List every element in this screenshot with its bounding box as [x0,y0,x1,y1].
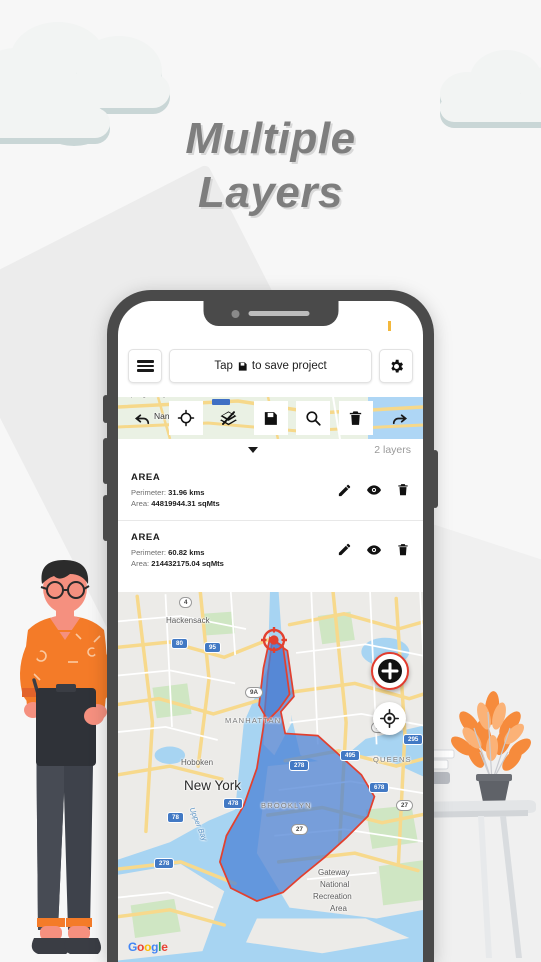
toolbar-delete-button[interactable] [338,401,373,435]
map-label: Hoboken [181,758,214,767]
map-label-primary: New York [184,778,242,793]
area-value: 44819944.31 sqMts [151,499,220,509]
trash-icon[interactable] [396,543,410,557]
add-point-fab[interactable] [371,652,409,690]
front-camera-icon [231,309,240,318]
crosshair-target-icon [177,409,194,427]
map-toolbar: Spring Valley Nanuet [118,397,423,439]
route-shield: 478 [223,798,244,809]
layer-actions [337,472,410,498]
map-label: BROOKLYN [261,801,312,810]
map-label: QUEENS [373,755,412,764]
route-shield: 4 [179,597,193,608]
route-shield: 295 [403,734,423,745]
map-view[interactable]: Hackensack MANHATTAN Hoboken QUEENS New … [118,592,423,962]
trash-icon[interactable] [396,483,410,497]
route-shield: 27 [396,800,413,811]
layers-panel-header: 2 layers [118,439,423,461]
layers-list: AREA Perimeter: 31.96 kms Area: 44819944… [118,461,423,580]
google-attribution: Google [128,940,168,954]
edit-pencil-icon[interactable] [337,542,352,557]
headline-line-2: Layers [198,167,343,217]
area-label: Area: [131,559,150,569]
page-title: Multiple Layers [0,112,541,219]
map-peek-label: Spring Valley [126,397,167,398]
toolbar-redo-button[interactable] [381,401,415,435]
phone-notch [203,301,338,326]
layers-count-label: 2 layers [374,444,411,456]
trash-icon [349,410,362,425]
app-top-bar: Tap to save project [118,349,423,383]
route-shield: 80 [171,638,188,649]
hamburger-menu-icon [136,358,154,374]
toolbar-save-button[interactable] [253,401,288,435]
route-shield: 78 [167,812,184,823]
layer-actions [337,532,410,558]
toolbar-search-button[interactable] [296,401,330,435]
status-bar-indicator [388,321,391,331]
save-floppy-icon [264,411,277,425]
map-label: National [320,880,350,889]
save-hint-prefix: Tap [214,360,233,372]
magnifier-icon [306,411,321,426]
phone-volume-down-button [103,495,109,541]
layer-list-item[interactable]: AREA Perimeter: 60.82 kms Area: 21443217… [118,519,423,580]
layer-title: AREA [131,472,161,483]
phone-silent-switch [103,395,109,423]
gear-icon [390,359,403,373]
perimeter-value: 60.82 kms [168,547,205,557]
edit-pencil-icon[interactable] [337,483,352,498]
phone-screen: Tap to save project 2 layers AREA Perime… [118,301,423,962]
route-shield: 495 [340,750,361,761]
route-shield: 9A [245,687,263,698]
perimeter-label: Perimeter: [131,547,167,557]
save-hint-suffix: to save project [251,360,327,372]
toolbar-layers-off-button[interactable] [211,401,245,435]
plus-icon [378,659,402,683]
layer-metrics: Perimeter: 60.82 kms Area: 214432175.04 … [131,547,337,570]
route-shield: 278 [289,760,310,771]
area-label: Area: [131,499,150,509]
map-label: Area [330,904,347,913]
my-location-icon [380,709,399,728]
phone-power-button [432,450,438,508]
target-location-marker[interactable] [260,626,288,654]
area-value: 214432175.04 sqMts [151,559,224,569]
perimeter-value: 31.96 kms [168,488,205,497]
settings-button[interactable] [379,349,413,383]
map-label: Hackensack [166,616,210,625]
layer-info: AREA Perimeter: 60.82 kms Area: 21443217… [131,532,337,570]
layers-slashed-icon [219,410,237,425]
route-shield: 27 [291,824,308,835]
save-project-hint-bar[interactable]: Tap to save project [169,349,372,383]
headline-line-1: Multiple [185,114,356,163]
phone-volume-up-button [103,438,109,484]
visibility-eye-icon[interactable] [366,482,382,498]
map-label: MANHATTAN [225,716,282,725]
earpiece-speaker [248,311,310,316]
phone-mockup: Tap to save project 2 layers AREA Perime… [103,290,438,962]
map-label: Recreation [313,892,352,901]
toolbar-marker-button[interactable] [168,401,203,435]
route-shield: 278 [154,858,175,869]
desk-with-plant [408,690,541,962]
my-location-fab[interactable] [373,702,406,735]
caret-down-icon[interactable] [248,447,259,453]
layer-info: AREA Perimeter: 31.96 kms Area: 44819944… [131,472,337,510]
layer-title: AREA [131,531,161,543]
save-floppy-icon [238,361,247,371]
undo-arrow-icon [134,413,149,424]
route-shield: 95 [204,642,221,653]
layer-list-item[interactable]: AREA Perimeter: 31.96 kms Area: 44819944… [118,461,423,520]
route-shield: 678 [369,782,390,793]
map-label: Gateway [318,868,350,877]
layer-metrics: Perimeter: 31.96 kms Area: 44819944.31 s… [131,487,337,510]
redo-arrow-icon [392,413,407,424]
toolbar-undo-button[interactable] [126,401,160,435]
hamburger-menu-button[interactable] [128,349,162,383]
perimeter-label: Perimeter: [131,488,167,497]
visibility-eye-icon[interactable] [366,542,382,558]
